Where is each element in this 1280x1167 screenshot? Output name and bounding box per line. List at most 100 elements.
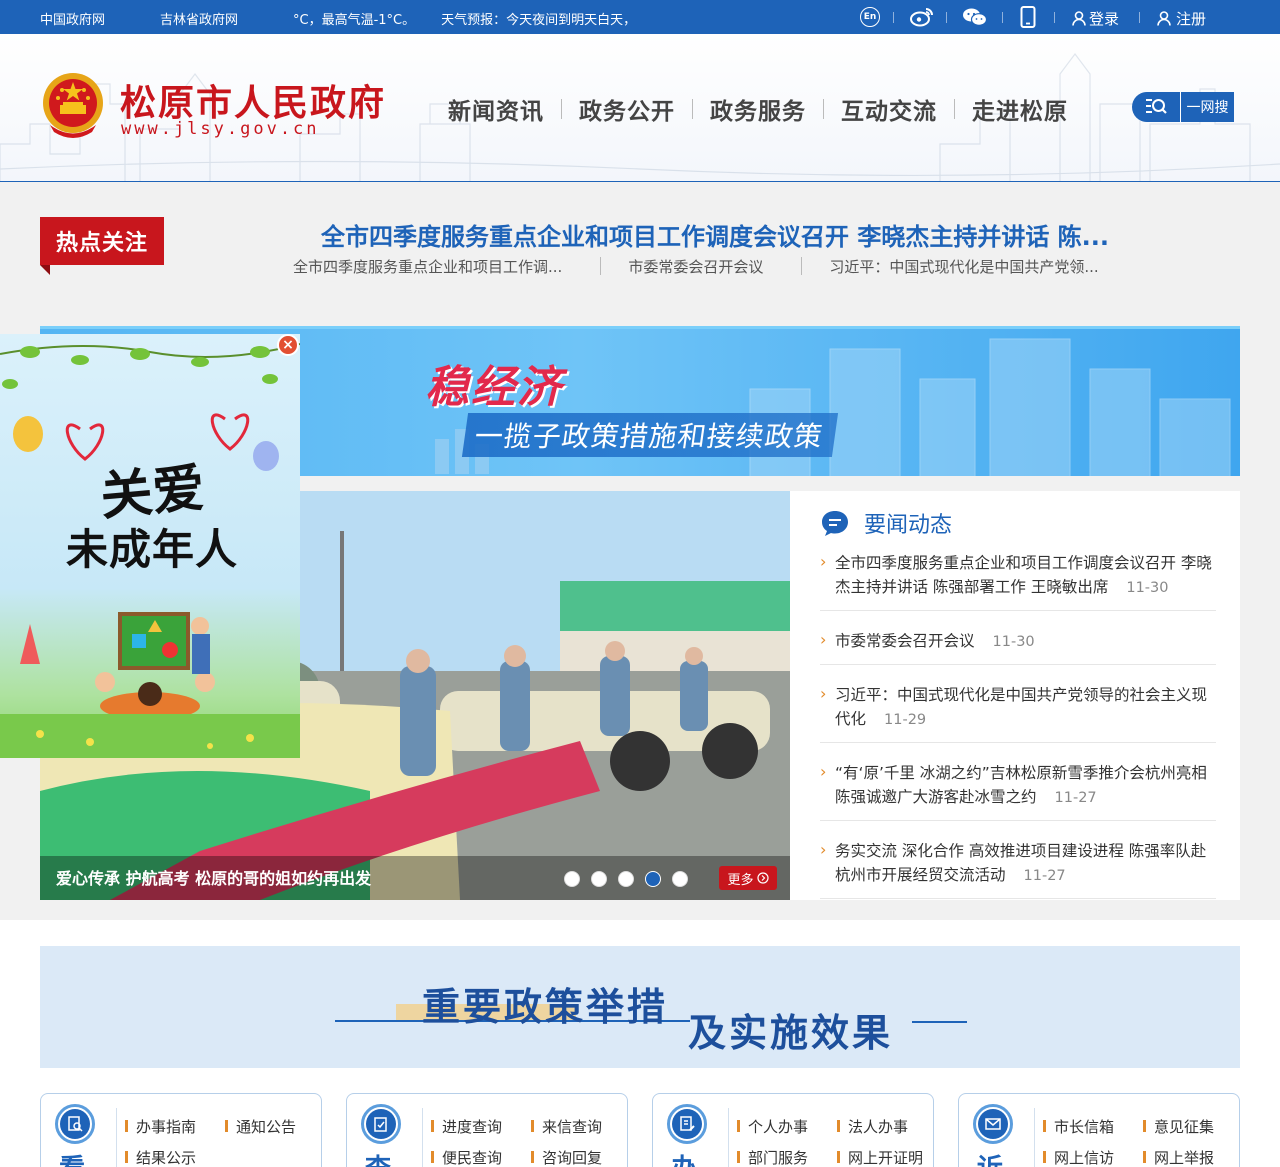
site-url: www.jlsy.gov.cn xyxy=(121,119,320,139)
service-link[interactable]: 来信查询 xyxy=(531,1116,602,1137)
weibo-button[interactable] xyxy=(909,6,935,28)
service-link[interactable]: 意见征集 xyxy=(1143,1116,1214,1137)
news-item-date: 11-27 xyxy=(1054,790,1097,806)
slider-dot[interactable] xyxy=(645,871,661,887)
slider-more-button[interactable]: 更多 xyxy=(719,866,777,890)
slider-dot[interactable] xyxy=(564,871,580,887)
hot-headline[interactable]: 全市四季度服务重点企业和项目工作调度会议召开 李晓杰主持并讲话 陈... xyxy=(300,217,1130,252)
weather-forecast: 天气预报：今天夜间到明天白天， xyxy=(441,13,637,28)
service-link[interactable]: 网上信访 xyxy=(1043,1147,1114,1167)
popup-close-icon[interactable]: × xyxy=(277,334,299,356)
login-label: 登录 xyxy=(1089,10,1120,28)
news-item-date: 11-27 xyxy=(1023,868,1066,884)
service-link[interactable]: 通知公告 xyxy=(225,1116,296,1137)
policy-title-part1: 重要政策举措 xyxy=(422,984,669,1029)
service-card-heading: 办 xyxy=(671,1148,697,1167)
service-card-heading: 诉 xyxy=(977,1148,1003,1167)
link-china-gov[interactable]: 中国政府网 xyxy=(40,9,105,28)
hot-sub-link[interactable]: 全市四季度服务重点企业和项目工作调... xyxy=(293,256,562,277)
news-item-date: 11-30 xyxy=(992,634,1035,650)
search-icon xyxy=(1132,92,1180,122)
service-link[interactable]: 办事指南 xyxy=(125,1116,196,1137)
weather-ticker: °C，最高气温-1°C。 天气预报：今天夜间到明天白天， xyxy=(293,9,653,28)
banner-title: 稳经济 xyxy=(425,362,563,413)
service-card-query: 查 进度查询 来信查询 便民查询 咨询回复 xyxy=(346,1093,628,1167)
register-label: 注册 xyxy=(1176,10,1207,28)
slider-dot[interactable] xyxy=(591,871,607,887)
register-button[interactable]: 注册 xyxy=(1157,8,1206,29)
slide-caption[interactable]: 爱心传承 护航高考 松原的哥的姐如约再出发 xyxy=(56,865,371,889)
mobile-phone-icon xyxy=(1020,6,1036,28)
service-link[interactable]: 市长信箱 xyxy=(1043,1116,1114,1137)
service-link[interactable]: 网上举报 xyxy=(1143,1147,1214,1167)
hot-topics-badge: 热点关注 xyxy=(40,217,164,275)
search-label: 一网搜 xyxy=(1180,92,1234,122)
more-label: 更多 xyxy=(727,872,754,888)
english-button[interactable]: En xyxy=(859,6,881,28)
news-item-date: 11-30 xyxy=(1126,580,1169,596)
search-button[interactable]: 一网搜 xyxy=(1132,92,1234,122)
news-list: 全市四季度服务重点企业和项目工作调度会议召开 李晓杰主持并讲话 陈强部署工作 王… xyxy=(820,547,1216,913)
link-jilin-gov[interactable]: 吉林省政府网 xyxy=(160,9,238,28)
service-card-handle: 办 个人办事 法人办事 部门服务 网上开证明 xyxy=(652,1093,934,1167)
hot-sub-headlines: 全市四季度服务重点企业和项目工作调... 市委常委会召开会议 习近平：中国式现代… xyxy=(293,256,1099,277)
service-link[interactable]: 法人办事 xyxy=(837,1116,908,1137)
news-panel-title: 要闻动态 xyxy=(864,513,953,538)
policy-measures-banner[interactable]: 重要政策举措 及实施效果 xyxy=(40,946,1240,1068)
weibo-icon xyxy=(910,8,933,27)
hot-sub-link[interactable]: 习近平：中国式现代化是中国共产党领... xyxy=(829,256,1098,277)
floating-ad-popup[interactable]: 关爱 未成年人 xyxy=(0,334,300,758)
service-card-heading: 看 xyxy=(59,1148,85,1167)
login-button[interactable]: 登录 xyxy=(1072,8,1119,29)
user-add-icon xyxy=(1157,11,1171,26)
service-card-appeal: 诉 市长信箱 意见征集 网上信访 网上举报 xyxy=(958,1093,1240,1167)
service-link[interactable]: 结果公示 xyxy=(125,1147,196,1167)
news-item-title: 市委常委会召开会议 xyxy=(835,632,975,650)
user-icon xyxy=(1072,11,1086,26)
popup-title-line2: 未成年人 xyxy=(66,525,239,574)
policy-title-part2: 及实施效果 xyxy=(688,1010,894,1055)
banner-subtitle: 一揽子政策措施和接续政策 xyxy=(461,413,839,457)
news-item[interactable]: 习近平：中国式现代化是中国共产党领导的社会主义现代化11-29 xyxy=(820,679,1216,743)
slider-dots xyxy=(564,871,688,887)
news-item[interactable]: “有‘原’千里 冰湖之约”吉林松原新雪季推介会杭州亮相 陈强诚邀广大游客赴冰雪之… xyxy=(820,757,1216,821)
news-item-title: 务实交流 深化合作 高效推进项目建设进程 陈强率队赴杭州市开展经贸交流活动 xyxy=(835,842,1207,884)
mail-icon xyxy=(973,1104,1013,1144)
service-link[interactable]: 便民查询 xyxy=(431,1147,502,1167)
site-header: 松原市人民政府 www.jlsy.gov.cn 新闻资讯 政务公开 政务服务 互… xyxy=(0,34,1280,182)
news-item[interactable]: 市委常委会召开会议 11-30 xyxy=(820,625,1216,665)
service-card-view: 看 办事指南 通知公告 结果公示 xyxy=(40,1093,322,1167)
service-card-heading: 查 xyxy=(365,1148,391,1167)
slider-dot[interactable] xyxy=(672,871,688,887)
nav-news[interactable]: 新闻资讯 xyxy=(448,92,544,126)
service-link[interactable]: 网上开证明 xyxy=(837,1147,923,1167)
document-search-icon xyxy=(55,1104,95,1144)
chat-bubble-icon xyxy=(822,511,848,536)
news-item-date: 11-29 xyxy=(884,712,927,728)
service-link[interactable]: 咨询回复 xyxy=(531,1147,602,1167)
news-item-title: “有‘原’千里 冰湖之约”吉林松原新雪季推介会杭州亮相 陈强诚邀广大游客赴冰雪之… xyxy=(835,764,1207,806)
main-nav: 新闻资讯 政务公开 政务服务 互动交流 走进松原 xyxy=(448,92,1068,126)
nav-about-songyuan[interactable]: 走进松原 xyxy=(972,92,1068,126)
weather-temp: °C，最高气温-1°C。 xyxy=(293,13,416,28)
slider-dot[interactable] xyxy=(618,871,634,887)
clipboard-check-icon xyxy=(361,1104,401,1144)
service-link[interactable]: 部门服务 xyxy=(737,1147,808,1167)
news-panel: 要闻动态 全市四季度服务重点企业和项目工作调度会议召开 李晓杰主持并讲话 陈强部… xyxy=(790,491,1240,900)
news-item[interactable]: 务实交流 深化合作 高效推进项目建设进程 陈强率队赴杭州市开展经贸交流活动11-… xyxy=(820,835,1216,899)
national-emblem-logo xyxy=(43,73,103,138)
service-link[interactable]: 个人办事 xyxy=(737,1116,808,1137)
nav-gov-affairs[interactable]: 政务公开 xyxy=(579,92,675,126)
arrow-circle-icon xyxy=(756,872,769,884)
service-link[interactable]: 进度查询 xyxy=(431,1116,502,1137)
nav-interaction[interactable]: 互动交流 xyxy=(841,92,937,126)
nav-services[interactable]: 政务服务 xyxy=(710,92,806,126)
news-panel-header: 要闻动态 xyxy=(820,507,952,539)
hot-sub-link[interactable]: 市委常委会召开会议 xyxy=(628,256,763,277)
news-item[interactable]: 全市四季度服务重点企业和项目工作调度会议召开 李晓杰主持并讲话 陈强部署工作 王… xyxy=(820,547,1216,611)
edit-document-icon xyxy=(667,1104,707,1144)
top-bar: 中国政府网 吉林省政府网 °C，最高气温-1°C。 天气预报：今天夜间到明天白天，… xyxy=(0,0,1280,34)
wechat-icon xyxy=(963,8,988,26)
wechat-button[interactable] xyxy=(962,6,988,28)
mobile-button[interactable] xyxy=(1019,6,1037,28)
